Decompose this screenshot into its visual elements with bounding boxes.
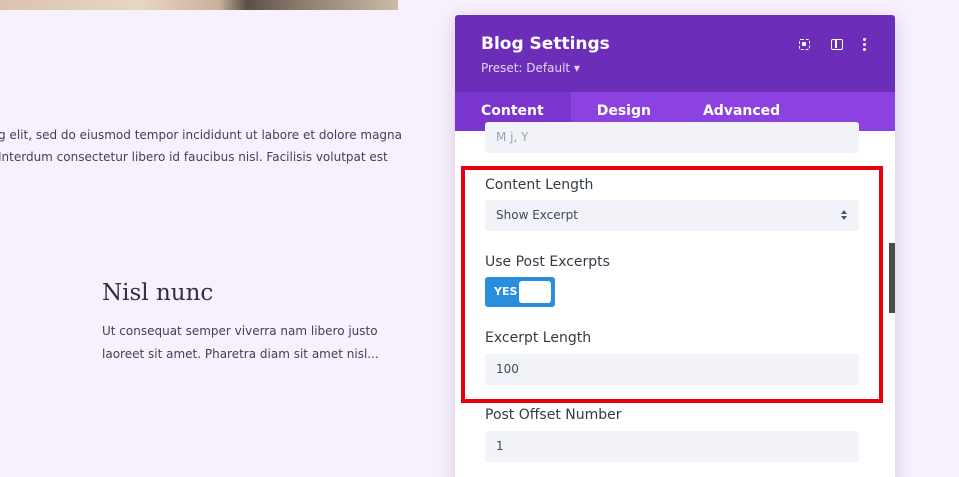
date-format-input[interactable]: M j, Y	[485, 122, 859, 153]
post-offset-label: Post Offset Number	[485, 407, 622, 423]
post-excerpt: Ut consequat semper viverra nam libero j…	[102, 320, 402, 366]
more-icon[interactable]	[863, 37, 875, 51]
use-post-excerpts-toggle[interactable]: YES	[485, 277, 555, 307]
panel-scrollbar[interactable]	[889, 243, 895, 313]
hero-image	[0, 0, 398, 10]
panel-header: Blog Settings Preset: Default ▾	[455, 15, 895, 92]
blog-settings-panel: Blog Settings Preset: Default ▾ Content …	[455, 15, 895, 477]
toggle-knob	[519, 281, 551, 303]
focus-icon[interactable]	[799, 37, 811, 51]
use-post-excerpts-label: Use Post Excerpts	[485, 254, 610, 270]
excerpt-line: Ut consequat semper viverra nam libero j…	[102, 324, 378, 338]
panel-body: M j, Y Content Length Show Excerpt Use P…	[455, 122, 895, 477]
content-length-select[interactable]: Show Excerpt	[485, 200, 859, 231]
toggle-label: YES	[494, 285, 518, 298]
select-arrows-icon	[841, 210, 847, 221]
split-view-icon[interactable]	[831, 37, 843, 51]
header-icons	[799, 37, 875, 51]
excerpt-length-input[interactable]: 100	[485, 354, 859, 385]
content-length-label: Content Length	[485, 177, 594, 193]
paragraph-line: g elit, sed do eiusmod tempor incididunt…	[0, 128, 403, 142]
paragraph-line: Interdum consectetur libero id faucibus …	[0, 150, 388, 164]
preset-dropdown[interactable]: Preset: Default ▾	[481, 61, 580, 75]
post-title[interactable]: Nisl nunc	[102, 280, 213, 306]
panel-title: Blog Settings	[481, 34, 610, 54]
post-offset-input[interactable]: 1	[485, 431, 859, 462]
content-length-value: Show Excerpt	[496, 208, 578, 222]
excerpt-line: laoreet sit amet. Pharetra diam sit amet…	[102, 347, 379, 361]
intro-paragraph: g elit, sed do eiusmod tempor incididunt…	[0, 124, 418, 168]
excerpt-length-label: Excerpt Length	[485, 330, 592, 346]
